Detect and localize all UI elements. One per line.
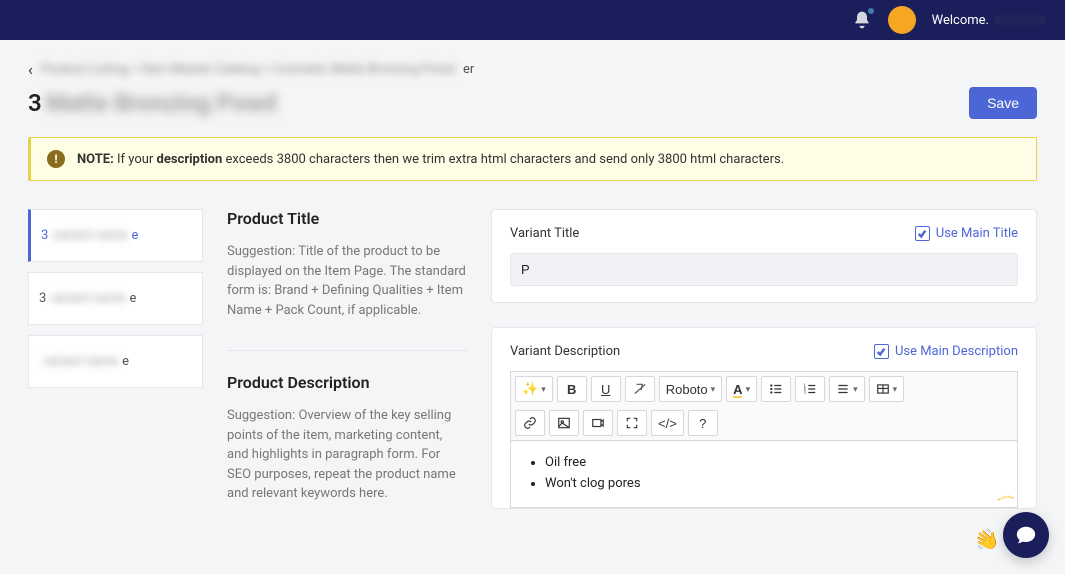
notifications-icon[interactable] [852,10,872,30]
rte-fullscreen-button[interactable] [617,410,647,436]
section-divider [227,350,467,351]
note-banner: ! NOTE: If your description exceeds 3800… [28,137,1037,181]
save-button[interactable]: Save [969,87,1037,119]
variant-title-label: Variant Title [510,226,579,241]
rte-unordered-list-button[interactable] [761,376,791,402]
rte-underline-button[interactable]: U [591,376,621,402]
sidebar-item-variant-1[interactable]: 3variant namee [28,272,203,325]
svg-text:3: 3 [804,390,807,395]
chat-launcher-button[interactable]: We Are Here! [1003,512,1049,558]
page-title: 3 Matte Bronzing Powd [28,89,277,117]
product-title-hint: Suggestion: Title of the product to be d… [227,242,467,320]
variant-description-label: Variant Description [510,344,620,359]
use-main-title-checkbox[interactable]: Use Main Title [915,226,1018,241]
rte-help-button[interactable]: ? [688,410,718,436]
use-main-description-checkbox[interactable]: Use Main Description [874,344,1018,359]
welcome-label: Welcome. [932,13,1045,28]
variant-sidebar: 3variant namee 3variant namee variant na… [28,209,203,388]
app-header: Welcome. [0,0,1065,40]
rte-clear-format-button[interactable] [625,376,655,402]
variant-title-input[interactable] [510,253,1018,286]
breadcrumb-tail: er [463,62,474,77]
rte-align-button[interactable]: ▾ [829,376,865,402]
back-icon[interactable]: ‹ [28,60,33,79]
rte-bold-button[interactable]: B [557,376,587,402]
rte-magic-button[interactable]: ✨▾ [515,376,553,402]
desc-bullet-1: Won't clog pores [545,474,1001,495]
chat-widget[interactable]: 👋 We Are Here! [1003,512,1049,558]
sidebar-item-variant-0[interactable]: 3variant namee [28,209,203,262]
svg-text:We Are Here!: We Are Here! [997,495,1015,502]
rte-font-color-button[interactable]: A▾ [726,376,757,402]
avatar[interactable] [888,6,916,34]
notification-dot-icon [868,8,874,14]
variant-description-card: Variant Description Use Main Description… [491,327,1037,509]
breadcrumb-path[interactable]: Product Listing > Item Master Catalog > … [41,62,455,77]
sidebar-item-variant-2[interactable]: variant namee [28,335,203,388]
product-description-hint: Suggestion: Overview of the key selling … [227,406,467,504]
rte-content[interactable]: Oil free Won't clog pores [510,440,1018,508]
desc-bullet-0: Oil free [545,453,1001,474]
note-text: NOTE: If your description exceeds 3800 c… [77,152,784,167]
rte-ordered-list-button[interactable]: 123 [795,376,825,402]
warning-icon: ! [47,150,65,168]
variant-title-card: Variant Title Use Main Title [491,209,1037,303]
rte-toolbar: ✨▾ B U Roboto ▾ A▾ [510,371,1018,440]
rte-video-button[interactable] [583,410,613,436]
rte-table-button[interactable]: ▾ [869,376,905,402]
rte-link-button[interactable] [515,410,545,436]
we-are-here-label: We Are Here! [963,488,1053,514]
rte-image-button[interactable] [549,410,579,436]
rte-font-family-select[interactable]: Roboto ▾ [659,376,722,402]
rte-code-view-button[interactable]: </> [651,410,684,436]
breadcrumb: ‹ Product Listing > Item Master Catalog … [28,60,1037,79]
product-description-heading: Product Description [227,373,467,392]
product-title-heading: Product Title [227,209,467,228]
